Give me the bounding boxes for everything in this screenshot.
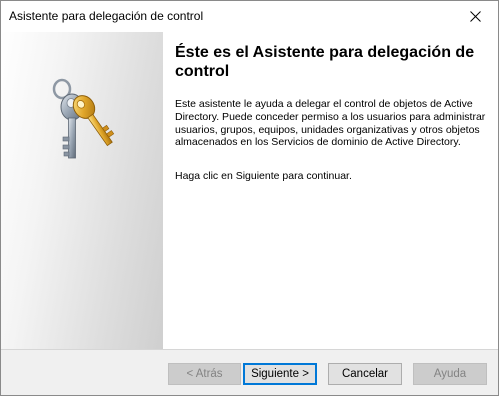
wizard-side-panel xyxy=(1,32,163,349)
close-button[interactable] xyxy=(452,1,498,32)
keys-icon xyxy=(52,78,115,159)
wizard-content: Éste es el Asistente para delegación de … xyxy=(163,32,498,349)
wizard-description: Este asistente le ayuda a delegar el con… xyxy=(175,98,486,149)
next-button[interactable]: Siguiente > xyxy=(243,363,317,385)
cancel-button[interactable]: Cancelar xyxy=(328,363,402,385)
wizard-window: Asistente para delegación de control Ést… xyxy=(0,0,499,396)
close-icon xyxy=(469,11,481,22)
window-title: Asistente para delegación de control xyxy=(9,9,204,23)
page-title: Éste es el Asistente para delegación de … xyxy=(175,44,475,80)
help-button[interactable]: Ayuda xyxy=(413,363,487,385)
title-bar: Asistente para delegación de control xyxy=(1,1,498,32)
back-button[interactable]: < Atrás xyxy=(168,363,241,385)
wizard-instruction: Haga clic en Siguiente para continuar. xyxy=(175,170,352,182)
button-bar: < Atrás Siguiente > Cancelar Ayuda xyxy=(1,350,498,395)
